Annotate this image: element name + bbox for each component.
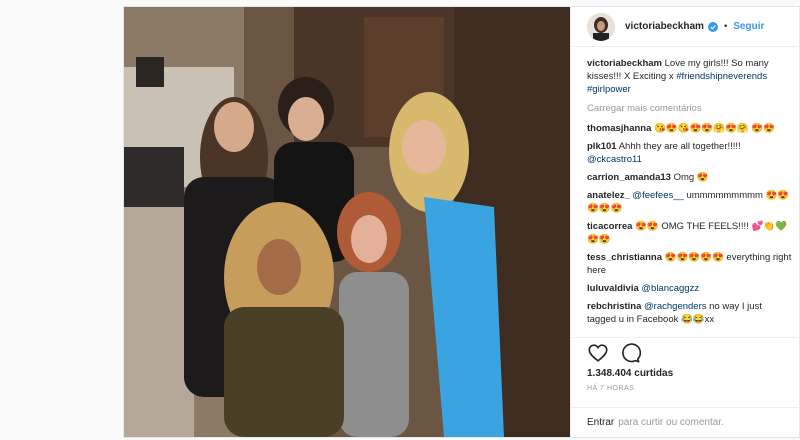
post-actions: 1.348.404 curtidas HÁ 7 HORAS: [571, 337, 800, 407]
comment-item: anatelez_ @feefees__ ummmmmmmmm 😍😍😍😍😍: [587, 189, 792, 215]
comment-username[interactable]: luluvaldivia: [587, 283, 639, 294]
post-timestamp: HÁ 7 HORAS: [587, 385, 635, 392]
comment-mention[interactable]: @rachgenders: [644, 301, 706, 312]
caption-username[interactable]: victoriabeckham: [587, 58, 662, 69]
comment-text: Omg 😍: [673, 172, 709, 183]
comment-item: rebchristina @rachgenders no way I just …: [587, 300, 792, 326]
separator-dot: •: [723, 21, 728, 32]
comment-item: tess_christianna 😍😍😍😍😍 everything right …: [587, 251, 792, 277]
comment-mention[interactable]: @blancaggzz: [641, 283, 699, 294]
comment-username[interactable]: plk101: [587, 141, 617, 152]
comment-item: ticacorrea 😍😍 OMG THE FEELS!!!! 💕👏💚 😍😍: [587, 220, 792, 246]
comment-mention[interactable]: @ckcastro11: [587, 154, 642, 165]
heart-icon[interactable]: [587, 342, 609, 364]
load-more-comments-button[interactable]: Carregar mais comentários: [587, 102, 792, 115]
comment-text: Ahhh they are all together!!!!!: [618, 141, 741, 152]
verified-badge-icon: [707, 21, 718, 32]
comment-username[interactable]: anatelez_: [587, 190, 630, 201]
comment-username[interactable]: ticacorrea: [587, 221, 632, 232]
post-header: victoriabeckham • Seguir: [571, 7, 800, 47]
comment-username[interactable]: carrion_amanda13: [587, 172, 671, 183]
avatar-image: [587, 12, 615, 41]
comment-item: carrion_amanda13 Omg 😍: [587, 171, 792, 184]
likes-count[interactable]: 1.348.404 curtidas: [587, 368, 784, 379]
post-photo[interactable]: [124, 7, 570, 437]
action-icons: [587, 342, 784, 364]
comment-username[interactable]: rebchristina: [587, 301, 641, 312]
comment-username[interactable]: thomasjhanna: [587, 123, 651, 134]
comment-mention[interactable]: @feefees__: [632, 190, 683, 201]
caption: victoriabeckham Love my girls!!! So many…: [587, 57, 792, 96]
group-photo-image: [124, 7, 570, 437]
author-username[interactable]: victoriabeckham: [625, 21, 704, 32]
comment-username[interactable]: tess_christianna: [587, 252, 662, 263]
follow-button[interactable]: Seguir: [733, 21, 764, 32]
comment-item: luluvaldivia @blancaggzz: [587, 282, 792, 295]
avatar[interactable]: [587, 12, 615, 41]
comment-item: plk101 Ahhh they are all together!!!!! @…: [587, 140, 792, 166]
add-comment-hint: para curtir ou comentar.: [618, 417, 724, 428]
comment-text: 😘😍😘😍😍🤗😍🤗 😍😍: [654, 123, 775, 134]
post-side-panel: victoriabeckham • Seguir victoriabeckham…: [570, 7, 800, 437]
instagram-post: victoriabeckham • Seguir victoriabeckham…: [123, 6, 800, 438]
add-comment-area: Entrar para curtir ou comentar.: [571, 407, 800, 437]
login-link[interactable]: Entrar: [587, 417, 614, 428]
comments-list: victoriabeckham Love my girls!!! So many…: [587, 57, 792, 333]
comment-icon[interactable]: [619, 342, 641, 364]
comment-item: thomasjhanna 😘😍😘😍😍🤗😍🤗 😍😍: [587, 122, 792, 135]
